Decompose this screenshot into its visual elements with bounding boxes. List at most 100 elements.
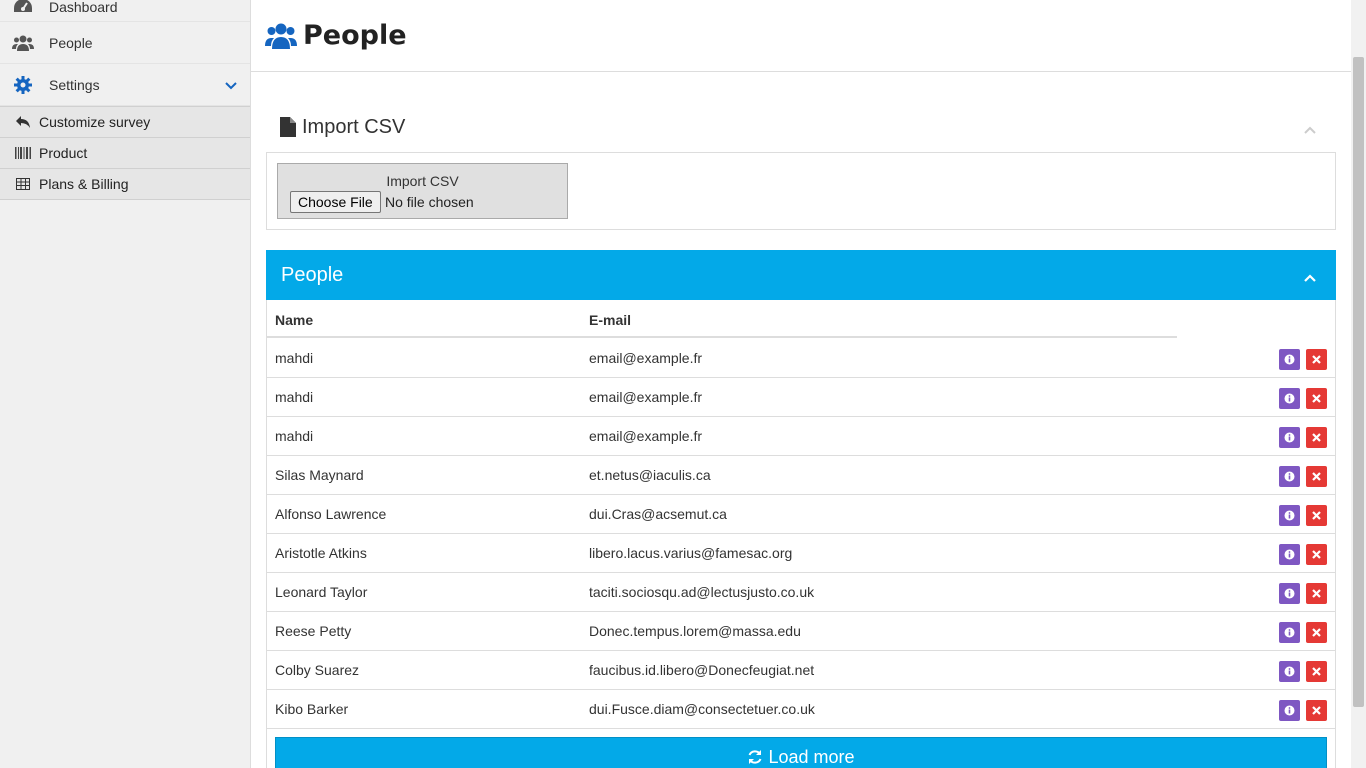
delete-button[interactable] <box>1306 427 1327 448</box>
sidebar-subitem-plans-billing[interactable]: Plans & Billing <box>0 169 250 200</box>
chevron-up-icon[interactable] <box>1304 270 1316 282</box>
delete-button[interactable] <box>1306 544 1327 565</box>
table-row: Colby Suarez faucibus.id.libero@Donecfeug… <box>267 651 1335 690</box>
person-name: Reese Petty <box>275 623 352 639</box>
info-icon <box>1284 510 1295 521</box>
info-button[interactable] <box>1279 349 1300 370</box>
column-header-email[interactable]: E-mail <box>589 312 631 328</box>
info-icon <box>1284 354 1295 365</box>
refresh-icon <box>747 749 763 765</box>
people-table: Name E-mail mahdi email@example.fr mahdi em… <box>266 300 1336 768</box>
close-icon <box>1312 472 1321 481</box>
table-row: Reese Petty Donec.tempus.lorem@massa.edu <box>267 612 1335 651</box>
person-email: email@example.fr <box>589 350 703 366</box>
sidebar-item-label: People <box>49 34 93 51</box>
csv-file-input[interactable]: Import CSV Choose File No file chosen <box>277 163 568 219</box>
sidebar-subitem-label: Plans & Billing <box>39 176 129 192</box>
close-icon <box>1312 628 1321 637</box>
delete-button[interactable] <box>1306 661 1327 682</box>
choose-file-button[interactable]: Choose File <box>290 191 381 213</box>
chevron-up-icon[interactable] <box>1304 122 1316 134</box>
person-name: Colby Suarez <box>275 662 360 678</box>
close-icon <box>1312 433 1321 442</box>
file-icon <box>280 117 296 137</box>
info-button[interactable] <box>1279 583 1300 604</box>
table-row: Aristotle Atkins libero.lacus.varius@fame… <box>267 534 1335 573</box>
sidebar-item-people[interactable]: People <box>0 22 250 64</box>
users-icon <box>265 21 297 51</box>
sidebar-subitem-label: Product <box>39 145 88 161</box>
load-more-button[interactable]: Load more <box>275 737 1327 768</box>
import-panel-title: Import CSV <box>302 115 406 138</box>
close-icon <box>1312 706 1321 715</box>
table-row: mahdi email@example.fr <box>267 339 1335 378</box>
person-email: libero.lacus.varius@famesac.org <box>589 545 793 561</box>
person-email: email@example.fr <box>589 389 703 405</box>
info-icon <box>1284 432 1295 443</box>
close-icon <box>1312 589 1321 598</box>
table-row: Alfonso Lawrence dui.Cras@acsemut.ca <box>267 495 1335 534</box>
person-name: Aristotle Atkins <box>275 545 367 561</box>
sidebar-subitem-label: Customize survey <box>39 114 151 130</box>
info-button[interactable] <box>1279 427 1300 448</box>
info-icon <box>1284 627 1295 638</box>
table-row: mahdi email@example.fr <box>267 417 1335 456</box>
info-icon <box>1284 549 1295 560</box>
info-button[interactable] <box>1279 622 1300 643</box>
info-icon <box>1284 393 1295 404</box>
delete-button[interactable] <box>1306 505 1327 526</box>
person-email: dui.Fusce.diam@consectetuer.co.uk <box>589 701 815 717</box>
person-email: email@example.fr <box>589 428 703 444</box>
person-email: dui.Cras@acsemut.ca <box>589 506 727 522</box>
person-email: taciti.sociosqu.ad@lectusjusto.co.uk <box>589 584 815 600</box>
csv-file-label: Import CSV <box>386 173 459 189</box>
info-icon <box>1284 588 1295 599</box>
table-icon <box>15 177 31 191</box>
delete-button[interactable] <box>1306 466 1327 487</box>
close-icon <box>1312 667 1321 676</box>
reply-icon <box>15 115 31 129</box>
info-button[interactable] <box>1279 466 1300 487</box>
person-name: Leonard Taylor <box>275 584 368 600</box>
delete-button[interactable] <box>1306 583 1327 604</box>
delete-button[interactable] <box>1306 388 1327 409</box>
load-more-label: Load more <box>768 746 855 767</box>
person-name: mahdi <box>275 350 314 366</box>
sidebar-subitem-customize-survey[interactable]: Customize survey <box>0 107 250 138</box>
person-email: Donec.tempus.lorem@massa.edu <box>589 623 801 639</box>
info-icon <box>1284 471 1295 482</box>
person-email: faucibus.id.libero@Donecfeugiat.net <box>589 662 815 678</box>
column-header-name[interactable]: Name <box>275 312 313 328</box>
table-row: Leonard Taylor taciti.sociosqu.ad@lectusj… <box>267 573 1335 612</box>
scrollbar-thumb[interactable] <box>1353 57 1364 707</box>
sidebar-subitem-product[interactable]: Product <box>0 138 250 169</box>
chevron-down-icon[interactable] <box>224 78 238 92</box>
info-button[interactable] <box>1279 661 1300 682</box>
users-icon <box>12 32 34 54</box>
import-panel-body: Import CSV Choose File No file chosen <box>266 152 1336 230</box>
info-button[interactable] <box>1279 505 1300 526</box>
page-title: People <box>303 20 407 51</box>
delete-button[interactable] <box>1306 700 1327 721</box>
sidebar-item-dashboard[interactable]: Dashboard <box>0 0 250 22</box>
sidebar-item-settings[interactable]: Settings <box>0 64 250 106</box>
info-icon <box>1284 705 1295 716</box>
page-scrollbar[interactable] <box>1351 0 1366 768</box>
gear-icon <box>12 74 34 96</box>
delete-button[interactable] <box>1306 622 1327 643</box>
close-icon <box>1312 550 1321 559</box>
close-icon <box>1312 511 1321 520</box>
info-button[interactable] <box>1279 700 1300 721</box>
sidebar-item-label: Settings <box>49 76 100 93</box>
info-button[interactable] <box>1279 544 1300 565</box>
delete-button[interactable] <box>1306 349 1327 370</box>
info-button[interactable] <box>1279 388 1300 409</box>
table-row: Kibo Barker dui.Fusce.diam@consectetuer.c… <box>267 690 1335 729</box>
import-panel-header: Import CSV <box>266 104 1336 150</box>
table-row: mahdi email@example.fr <box>267 378 1335 417</box>
sidebar: Dashboard People Settings Customize surv… <box>0 0 251 768</box>
file-status-text: No file chosen <box>385 194 474 210</box>
table-header-row: Name E-mail <box>267 300 1177 338</box>
close-icon <box>1312 394 1321 403</box>
sidebar-item-label: Dashboard <box>49 0 118 15</box>
